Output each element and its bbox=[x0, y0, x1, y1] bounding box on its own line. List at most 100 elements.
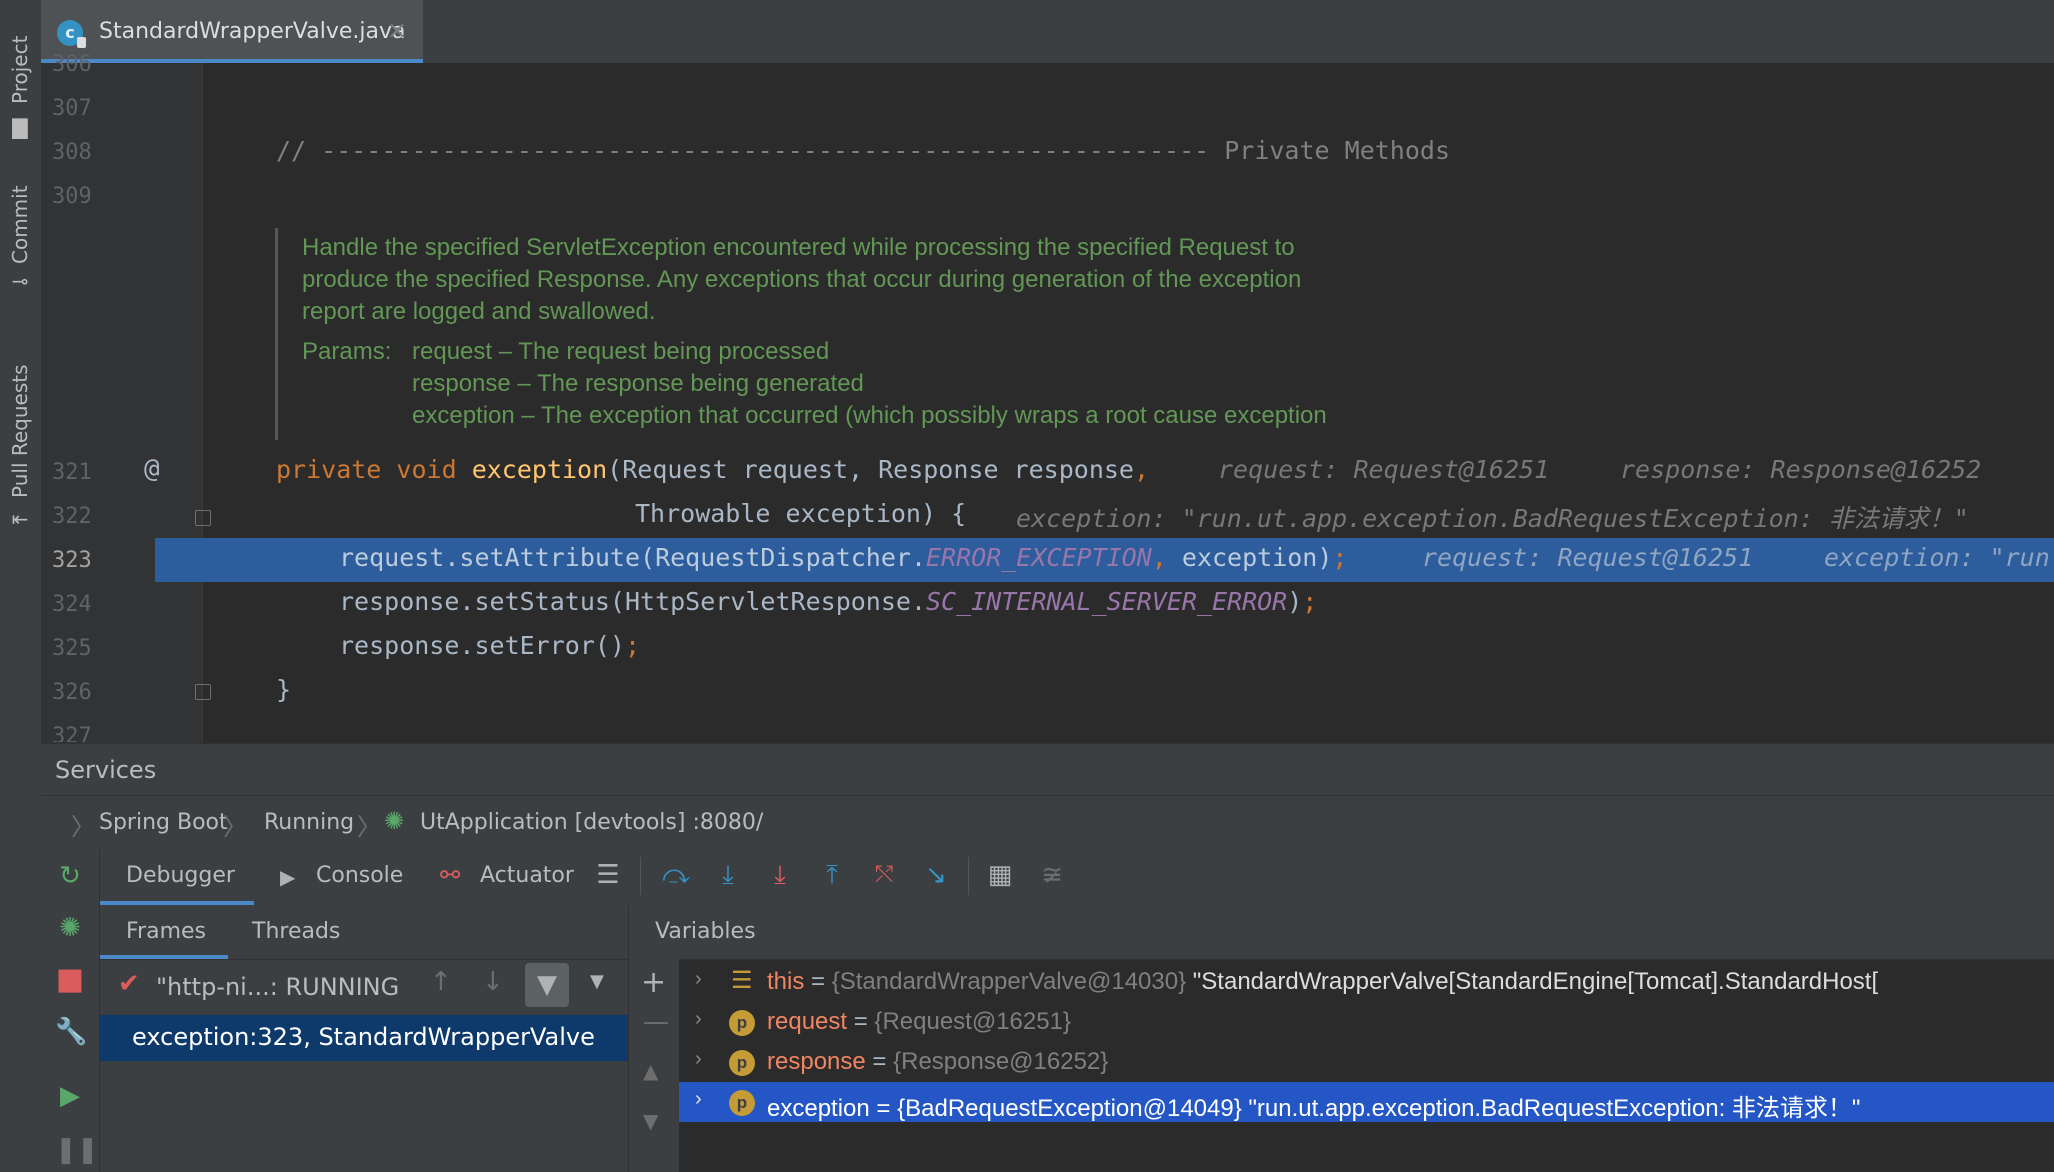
checkmark-icon: ✔ bbox=[118, 969, 140, 999]
variable-value: "run.ut.app.exception.BadRequestExceptio… bbox=[1248, 1095, 1861, 1122]
breadcrumb-spring-boot[interactable]: Spring Boot bbox=[99, 810, 228, 835]
list-item[interactable]: exception:323, StandardWrapperValve bbox=[100, 1015, 628, 1061]
move-up-icon[interactable]: ▲ bbox=[643, 1059, 658, 1083]
line-number: 324 bbox=[52, 592, 92, 617]
parameter-icon: p bbox=[729, 1050, 755, 1076]
breadcrumb-running[interactable]: Running bbox=[264, 810, 354, 835]
rerun-icon[interactable]: ↻ bbox=[55, 861, 85, 891]
pull-request-icon: ⇤ bbox=[11, 507, 29, 531]
run-to-cursor-icon[interactable]: ↘ bbox=[920, 859, 952, 891]
chevron-right-icon: 〉 bbox=[223, 813, 247, 841]
trace-stream-icon[interactable]: ≆ bbox=[1036, 859, 1068, 891]
folder-icon: ▇ bbox=[12, 115, 28, 139]
variable-name: exception bbox=[767, 1095, 870, 1122]
thread-selector[interactable]: ✔ "http-ni...: RUNNING ↑ ↓ ▼ ▼ bbox=[100, 959, 628, 1015]
variable-name: response bbox=[767, 1048, 866, 1075]
breadcrumb-utapplication[interactable]: UtApplication [devtools] :8080/ bbox=[420, 810, 763, 835]
arrow-down-icon[interactable]: ↓ bbox=[482, 967, 504, 997]
code-text: ) bbox=[1287, 587, 1303, 616]
project-tool-tab[interactable]: Project ▇ bbox=[0, 10, 41, 138]
parameter-icon: p bbox=[729, 1010, 755, 1036]
move-down-icon[interactable]: ▼ bbox=[643, 1109, 658, 1133]
filter-icon[interactable]: ▼ bbox=[525, 963, 569, 1007]
step-into-icon[interactable]: ⤓ bbox=[712, 859, 744, 891]
drop-frame-icon[interactable]: ⤲ bbox=[868, 859, 900, 891]
line-number: 307 bbox=[52, 96, 92, 121]
close-icon[interactable]: × bbox=[387, 16, 407, 44]
variables-panel: Variables + — ▲ ▼ › ☰ this = {StandardWr… bbox=[629, 905, 2054, 1172]
line-number: 323 bbox=[52, 548, 92, 573]
force-step-into-icon[interactable]: ⤓ bbox=[764, 859, 796, 891]
gutter-divider bbox=[202, 63, 203, 743]
chevron-right-icon[interactable]: › bbox=[695, 1048, 702, 1071]
inline-value-hint: request: Request@16251 bbox=[1218, 455, 1550, 484]
code-text: exception) bbox=[1166, 543, 1333, 572]
variable-row-exception[interactable]: › p exception = {BadRequestException@140… bbox=[679, 1082, 2054, 1122]
stop-icon[interactable]: ■ bbox=[55, 965, 85, 995]
fold-icon[interactable] bbox=[195, 510, 211, 526]
tab-threads[interactable]: Threads bbox=[252, 919, 340, 944]
field-icon: ☰ bbox=[731, 967, 753, 994]
parameter-icon: p bbox=[729, 1090, 755, 1116]
step-out-icon[interactable]: ⤒ bbox=[816, 859, 848, 891]
code-line-322: Throwable exception) { bbox=[635, 499, 967, 528]
debug-rerun-icon[interactable]: ✺ bbox=[55, 913, 85, 943]
variable-row-request[interactable]: › p request = {Request@16251} bbox=[679, 1002, 2054, 1042]
line-number: 326 bbox=[52, 680, 92, 705]
variables-side-toolbar: + — ▲ ▼ bbox=[629, 959, 679, 1172]
doc-line: Handle the specified ServletException en… bbox=[302, 234, 1295, 261]
punctuation: ; bbox=[1332, 543, 1348, 572]
code-line-324: response.setStatus(HttpServletResponse.S… bbox=[339, 587, 1317, 616]
constant: SC_INTERNAL_SERVER_ERROR bbox=[926, 587, 1288, 616]
pause-icon[interactable]: ❚❚ bbox=[55, 1135, 99, 1165]
code-line-321: private void exception(Request request, … bbox=[276, 455, 1149, 484]
chevron-right-icon[interactable]: › bbox=[695, 968, 702, 991]
resume-icon[interactable]: ▶ bbox=[55, 1081, 85, 1111]
tab-actuator[interactable]: Actuator bbox=[480, 863, 574, 888]
remove-watch-icon[interactable]: — bbox=[643, 1007, 669, 1037]
chevron-right-icon[interactable]: › bbox=[695, 1088, 702, 1111]
layout-menu-icon[interactable]: ☰ bbox=[592, 859, 624, 891]
chevron-right-icon[interactable]: › bbox=[695, 1008, 702, 1031]
chevron-down-icon[interactable]: ▼ bbox=[590, 971, 604, 992]
commit-icon: ⊸ bbox=[11, 269, 29, 293]
fold-icon[interactable] bbox=[195, 684, 211, 700]
evaluate-expression-icon[interactable]: ▦ bbox=[984, 859, 1016, 891]
add-watch-icon[interactable]: + bbox=[641, 965, 666, 1000]
variable-type: {BadRequestException@14049} bbox=[897, 1095, 1242, 1122]
section-comment: // -------------------------------------… bbox=[276, 136, 1450, 165]
tab-frames[interactable]: Frames bbox=[126, 919, 206, 944]
variable-type: {StandardWrapperValve@14030} bbox=[831, 968, 1187, 995]
services-tool-window-header: Services bbox=[41, 743, 2054, 796]
toolbar-separator bbox=[968, 857, 969, 895]
thread-name: "http-ni...: RUNNING bbox=[156, 973, 400, 1001]
tab-debugger[interactable]: Debugger bbox=[126, 863, 235, 888]
code-text: request.setAttribute(RequestDispatcher. bbox=[339, 543, 926, 572]
project-tab-label: Project bbox=[8, 35, 32, 104]
override-marker-icon[interactable]: @ bbox=[144, 454, 160, 484]
doc-line: report are logged and swallowed. bbox=[302, 298, 656, 325]
step-over-icon[interactable]: ⤼ bbox=[660, 859, 692, 891]
actuator-icon: ⚯ bbox=[440, 861, 461, 889]
doc-param: response – The response being generated bbox=[412, 370, 864, 397]
line-number: 327 bbox=[52, 724, 92, 742]
frames-panel: Frames Threads ✔ "http-ni...: RUNNING ↑ … bbox=[100, 905, 629, 1172]
punctuation: , bbox=[1133, 455, 1150, 484]
code-line-325: response.setError(); bbox=[339, 631, 640, 660]
spring-bug-icon: ✺ bbox=[384, 807, 405, 835]
code-text: response.setStatus(HttpServletResponse. bbox=[339, 587, 926, 616]
java-class-icon: c bbox=[57, 20, 86, 48]
variable-row-this[interactable]: › ☰ this = {StandardWrapperValve@14030} … bbox=[679, 962, 2054, 1002]
editor-tab-bar: c StandardWrapperValve.java × bbox=[41, 0, 2054, 64]
chevron-right-icon: 〉 bbox=[71, 813, 95, 841]
current-execution-gutter bbox=[155, 538, 203, 582]
doc-params-label: Params: bbox=[302, 338, 392, 365]
wrench-icon[interactable]: 🔧 bbox=[55, 1017, 87, 1047]
arrow-up-icon[interactable]: ↑ bbox=[430, 967, 452, 997]
pull-requests-tool-tab[interactable]: Pull Requests ⇤ bbox=[0, 340, 41, 540]
variable-row-response[interactable]: › p response = {Response@16252} bbox=[679, 1042, 2054, 1082]
variable-name: request bbox=[767, 1008, 848, 1035]
code-line-326: } bbox=[276, 675, 292, 704]
commit-tool-tab[interactable]: Commit ⊸ bbox=[0, 170, 41, 293]
tab-console[interactable]: Console bbox=[316, 863, 403, 888]
